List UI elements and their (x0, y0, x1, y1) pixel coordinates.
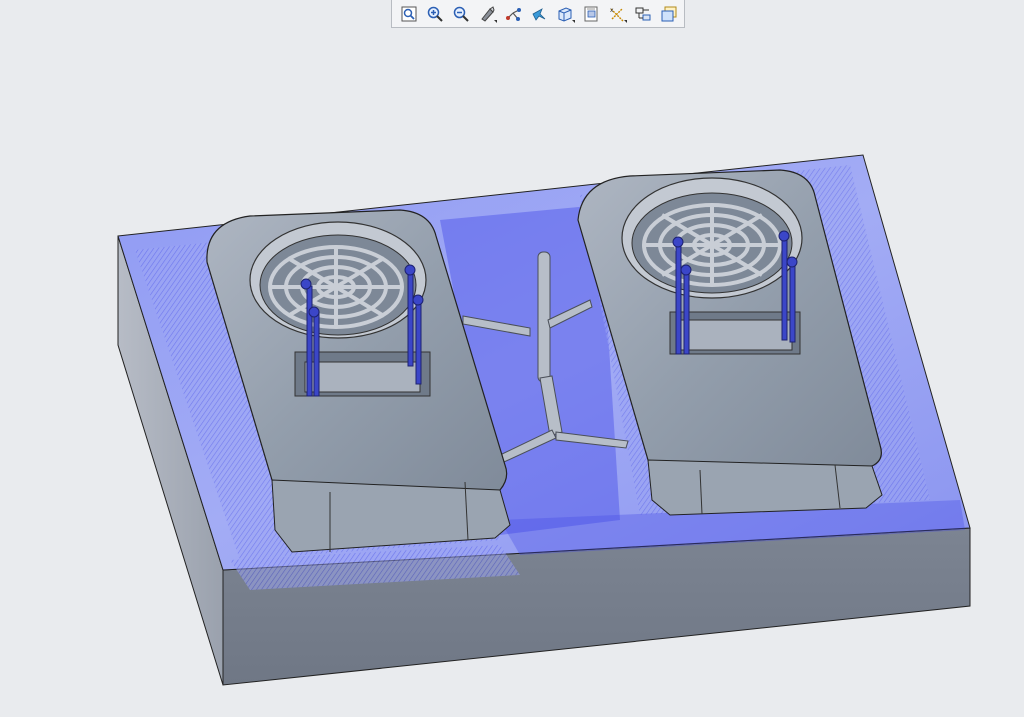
spin-center-icon (531, 7, 545, 21)
view-manager-icon (661, 6, 676, 21)
left-grille (268, 245, 404, 329)
refit-icon (401, 6, 416, 21)
chevron-down-icon (572, 19, 575, 23)
graphics-toolbar: x (391, 0, 685, 28)
repaint-button[interactable] (475, 3, 498, 25)
axis-display-button[interactable]: x (605, 3, 628, 25)
refit-button[interactable] (397, 3, 420, 25)
axis-display-icon: x (610, 7, 623, 21)
view-manager-button[interactable] (657, 3, 680, 25)
zoom-in-button[interactable] (423, 3, 446, 25)
display-style-button[interactable] (553, 3, 576, 25)
svg-text:x: x (610, 7, 614, 14)
spin-center-button[interactable] (527, 3, 550, 25)
zoom-out-button[interactable] (449, 3, 472, 25)
right-grille (642, 203, 782, 287)
mold-model-view[interactable] (0, 0, 1024, 717)
zoom-in-icon (427, 6, 443, 22)
zoom-out-icon (453, 6, 469, 22)
display-style-icon (558, 6, 571, 22)
annotation-display-icon (635, 7, 650, 20)
graphics-viewport[interactable]: x (0, 0, 1024, 717)
repaint-icon (480, 5, 495, 22)
saved-views-button[interactable] (579, 3, 602, 25)
datum-display-icon (505, 7, 521, 21)
annotation-display-button[interactable] (631, 3, 654, 25)
chevron-down-icon (624, 19, 627, 23)
saved-views-icon (584, 6, 597, 21)
chevron-down-icon (494, 19, 497, 23)
datum-display-button[interactable] (501, 3, 524, 25)
